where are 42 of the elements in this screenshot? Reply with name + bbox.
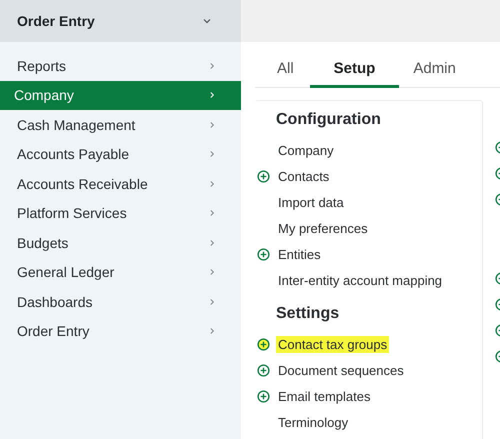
- chevron-right-icon: [210, 62, 215, 70]
- chevron-right-icon: [210, 238, 215, 247]
- menu-header[interactable]: Order Entry: [0, 0, 241, 42]
- chevron-right-icon: [210, 91, 215, 100]
- menu-link[interactable]: Document sequences: [276, 362, 406, 378]
- menu-link[interactable]: My preferences: [276, 220, 370, 236]
- chevron-right-icon: [210, 327, 215, 336]
- add-icon[interactable]: [257, 170, 270, 182]
- sidebar-item[interactable]: General Ledger: [0, 258, 241, 287]
- tab[interactable]: All: [255, 42, 310, 88]
- sidebar-item[interactable]: Reports: [0, 51, 241, 80]
- sidebar-item[interactable]: Accounts Receivable: [0, 169, 241, 198]
- section-title: Configuration: [275, 111, 382, 129]
- chevron-right-icon: [210, 120, 215, 129]
- menu-link[interactable]: Terminology: [276, 414, 350, 430]
- sidebar-item[interactable]: Company: [0, 80, 241, 110]
- add-icon[interactable]: [257, 248, 270, 260]
- sidebar-item[interactable]: Dashboards: [0, 287, 241, 316]
- menu-link[interactable]: Import data: [276, 194, 346, 210]
- add-icon[interactable]: [257, 338, 270, 350]
- chevron-right-icon: [210, 268, 215, 276]
- sidebar-item[interactable]: Platform Services: [0, 198, 241, 228]
- tab[interactable]: Admin: [399, 42, 470, 88]
- tab[interactable]: Setup: [310, 42, 400, 88]
- sidebar-item[interactable]: Accounts Payable: [0, 140, 241, 169]
- menu-link[interactable]: Contacts: [276, 168, 332, 184]
- menu-link[interactable]: Company: [276, 142, 336, 158]
- chevron-right-icon: [210, 298, 215, 306]
- chevron-right-icon: [210, 180, 215, 188]
- menu-link[interactable]: Inter-entity account mapping: [276, 272, 444, 288]
- add-icon[interactable]: [257, 364, 270, 376]
- sidebar-item[interactable]: Budgets: [0, 228, 241, 258]
- menu-link[interactable]: Contact tax groups: [276, 336, 390, 352]
- chevron-right-icon: [210, 150, 215, 158]
- menu-link[interactable]: Entities: [276, 246, 323, 262]
- sidebar-item[interactable]: Cash Management: [0, 110, 241, 140]
- section-title: Settings: [275, 305, 340, 323]
- add-icon[interactable]: [257, 390, 270, 402]
- chevron-right-icon: [210, 209, 215, 218]
- sidebar-item[interactable]: Order Entry: [0, 316, 241, 346]
- chevron-down-icon: [203, 17, 211, 25]
- menu-link[interactable]: Email templates: [276, 388, 372, 404]
